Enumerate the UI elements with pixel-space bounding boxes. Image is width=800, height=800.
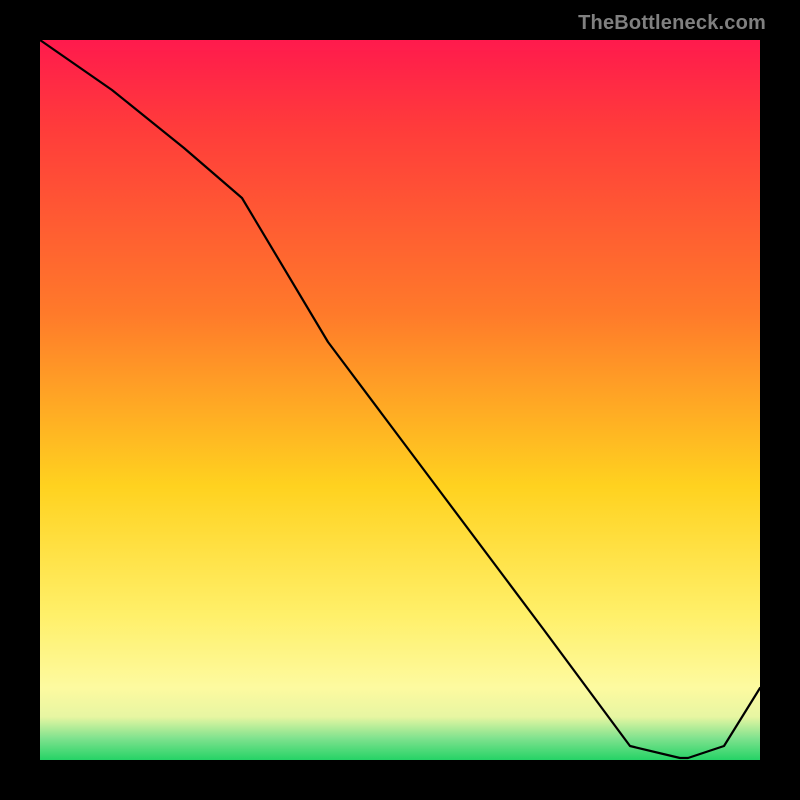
data-curve [40,40,760,758]
chart-frame: TheBottleneck.com [0,0,800,800]
chart-overlay [40,40,760,760]
watermark-text: TheBottleneck.com [578,12,766,35]
